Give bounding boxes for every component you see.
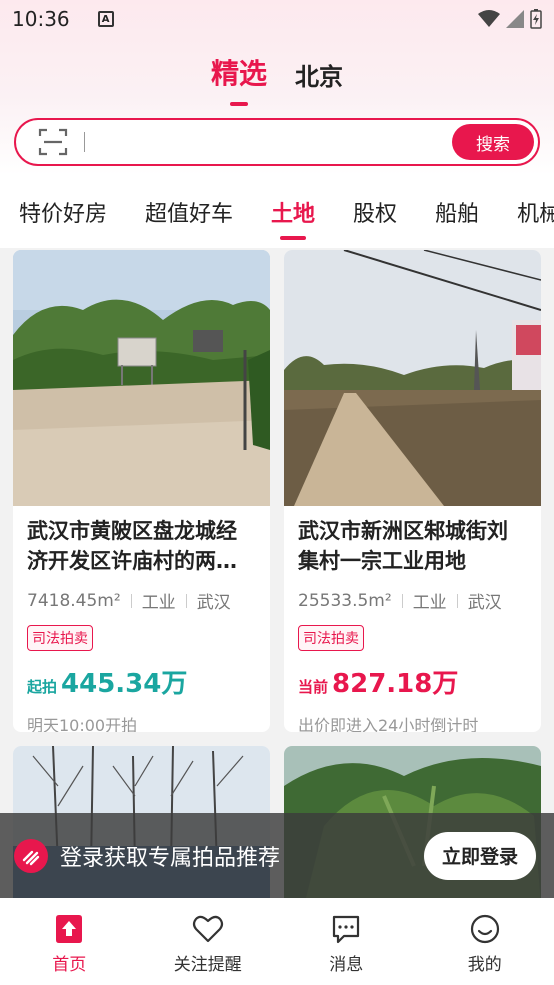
listing-city: 武汉: [196, 593, 231, 613]
text-cursor: [84, 132, 85, 152]
nav-follow-label: 关注提醒: [173, 955, 242, 975]
bottom-navigation: 首页 关注提醒 消息 我的: [0, 898, 554, 985]
signal-icon: [506, 10, 524, 28]
home-icon: [56, 915, 83, 943]
listing-note: 出价即进入24小时倒计时: [298, 716, 479, 732]
listing-city: 武汉: [467, 593, 502, 613]
message-icon: [333, 915, 360, 944]
divider: [185, 593, 187, 608]
status-bar: 10:36 A: [0, 0, 554, 38]
category-value-car[interactable]: 超值好车: [145, 196, 233, 228]
scan-icon[interactable]: [38, 127, 68, 157]
battery-icon: [530, 9, 542, 29]
listing-photo: [13, 250, 270, 506]
notification-icon: A: [97, 11, 114, 27]
profile-icon: [470, 914, 499, 944]
listing-meta: 25533.5m² 工业 武汉: [298, 588, 527, 614]
listing-price: 起拍 445.34万: [27, 663, 256, 700]
listing-note: 明天10:00开拍: [27, 716, 138, 732]
judicial-auction-badge: 司法拍卖: [27, 625, 93, 651]
judicial-auction-badge: 司法拍卖: [298, 625, 364, 651]
wifi-icon: [478, 10, 500, 27]
login-prompt-banner: 登录获取专属拍品推荐 立即登录: [0, 813, 554, 898]
login-now-button[interactable]: 立即登录: [424, 831, 536, 880]
divider: [130, 593, 132, 608]
app-logo-icon: [14, 838, 48, 873]
status-time: 10:36: [12, 7, 70, 31]
listing-title: 武汉市黄陂区盘龙城经济开发区许庙村的两…: [27, 519, 237, 573]
heart-icon: [192, 915, 223, 943]
price-prefix: 当前: [298, 678, 329, 696]
tab-selected[interactable]: 精选: [211, 52, 267, 106]
listing-title: 武汉市新洲区邾城街刘集村一宗工业用地: [298, 519, 508, 573]
nav-home[interactable]: 首页: [0, 898, 139, 985]
nav-profile-label: 我的: [467, 955, 502, 975]
status-indicators: [478, 9, 542, 29]
listing-photo: [284, 250, 541, 506]
nav-messages[interactable]: 消息: [277, 898, 416, 985]
tab-beijing[interactable]: 北京: [295, 57, 343, 106]
listing-area: 25533.5m²: [298, 590, 392, 611]
category-equity[interactable]: 股权: [353, 196, 397, 228]
listing-area: 7418.45m²: [27, 590, 121, 611]
divider: [401, 593, 403, 608]
listing-price: 当前 827.18万: [298, 663, 527, 700]
listing-card[interactable]: 武汉市黄陂区盘龙城经济开发区许庙村的两… 7418.45m² 工业 武汉 司法拍…: [13, 250, 270, 732]
search-bar: 搜索: [14, 118, 540, 166]
search-input[interactable]: [91, 133, 452, 151]
divider: [456, 593, 458, 608]
nav-messages-label: 消息: [329, 955, 364, 975]
nav-profile[interactable]: 我的: [416, 898, 554, 985]
search-button[interactable]: 搜索: [452, 124, 534, 160]
listing-usage: 工业: [141, 593, 176, 613]
category-special-house[interactable]: 特价好房: [19, 196, 107, 228]
nav-home-label: 首页: [52, 955, 87, 975]
nav-follow[interactable]: 关注提醒: [139, 898, 278, 985]
category-ship[interactable]: 船舶: [435, 196, 479, 228]
category-machinery[interactable]: 机械: [517, 196, 554, 228]
price-prefix: 起拍: [27, 678, 58, 696]
category-bar: 特价好房 超值好车 土地 股权 船舶 机械: [0, 175, 554, 248]
price-value: 445.34万: [61, 669, 188, 699]
listing-usage: 工业: [412, 593, 447, 613]
listing-card[interactable]: 武汉市新洲区邾城街刘集村一宗工业用地 25533.5m² 工业 武汉 司法拍卖 …: [284, 250, 541, 732]
category-land[interactable]: 土地: [271, 196, 315, 228]
listing-meta: 7418.45m² 工业 武汉: [27, 588, 256, 614]
city-tabs: 精选 北京: [0, 52, 554, 106]
login-prompt-text: 登录获取专属拍品推荐: [60, 845, 281, 871]
price-value: 827.18万: [332, 669, 459, 699]
